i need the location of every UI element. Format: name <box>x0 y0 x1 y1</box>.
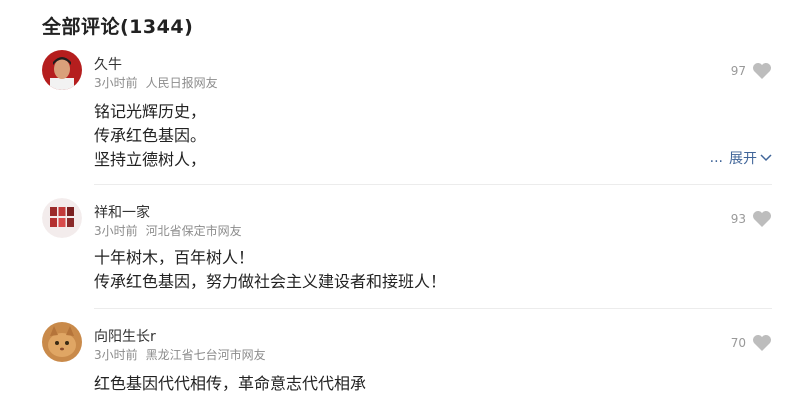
user-name[interactable]: 久牛 <box>94 54 122 74</box>
user-name[interactable]: 祥和一家 <box>94 202 150 222</box>
avatar[interactable] <box>42 50 82 90</box>
comment-meta: 3小时前 人民日报网友 <box>94 74 218 91</box>
avatar[interactable] <box>42 322 82 362</box>
like-button[interactable]: 93 <box>731 210 772 228</box>
ellipsis: ... <box>709 150 723 166</box>
comment-line: 传承红色基因，努力做社会主义建设者和接班人！ <box>94 272 447 291</box>
comment-meta: 3小时前 黑龙江省七台河市网友 <box>94 346 266 363</box>
comment-line: 铭记光辉历史， <box>94 102 207 121</box>
comments-header: 全部评论(1344) <box>42 16 194 38</box>
user-name[interactable]: 向阳生长r <box>94 326 156 346</box>
comment-line: 坚持立德树人， <box>94 150 207 169</box>
comment-text: 铭记光辉历史， 传承红色基因。 坚持立德树人， <box>94 100 206 172</box>
comment-text: 红色基因代代相传，革命意志代代相承 <box>94 372 366 396</box>
comment-time: 3小时前 <box>94 224 138 238</box>
expand-label: 展开 <box>729 151 757 167</box>
like-button[interactable]: 97 <box>731 62 772 80</box>
like-count: 93 <box>730 212 746 226</box>
user-location: 河北省保定市网友 <box>145 224 242 238</box>
comment-line: 红色基因代代相传，革命意志代代相承 <box>94 374 367 393</box>
comment-line: 传承红色基因。 <box>94 126 207 145</box>
divider <box>94 308 772 309</box>
comment-time: 3小时前 <box>94 348 138 362</box>
like-count: 70 <box>730 336 746 350</box>
like-count: 97 <box>730 64 746 78</box>
comment-text: 十年树木，百年树人！ 传承红色基因，努力做社会主义建设者和接班人！ <box>94 246 446 294</box>
avatar[interactable] <box>42 198 82 238</box>
divider <box>94 184 772 185</box>
comment-meta: 3小时前 河北省保定市网友 <box>94 222 242 239</box>
like-button[interactable]: 70 <box>731 334 772 352</box>
user-location: 黑龙江省七台河市网友 <box>145 348 266 362</box>
heart-icon[interactable] <box>752 210 772 228</box>
expand-button[interactable]: ... 展开 <box>710 148 772 168</box>
user-location: 人民日报网友 <box>145 76 218 90</box>
comment-time: 3小时前 <box>94 76 138 90</box>
heart-icon[interactable] <box>752 334 772 352</box>
comment-line: 十年树木，百年树人！ <box>94 248 255 267</box>
heart-icon[interactable] <box>752 62 772 80</box>
chevron-down-icon <box>760 150 772 166</box>
